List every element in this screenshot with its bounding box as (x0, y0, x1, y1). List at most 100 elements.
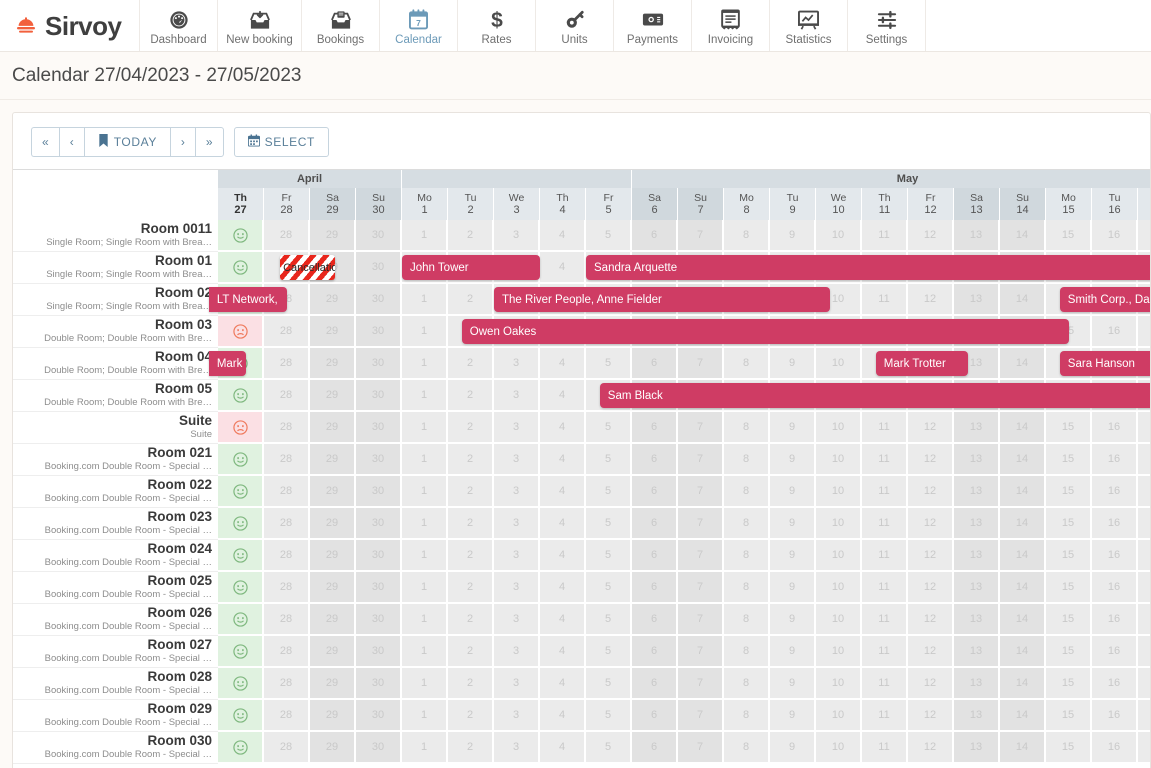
day-cell[interactable]: 29 (310, 572, 356, 604)
day-cell[interactable]: 12 (908, 540, 954, 572)
day-cell[interactable]: 10 (816, 700, 862, 732)
day-cell[interactable]: 15 (1046, 412, 1092, 444)
day-cell[interactable]: 7 (678, 732, 724, 764)
day-cell[interactable]: 4 (540, 220, 586, 252)
day-cell[interactable]: 16 (1092, 604, 1138, 636)
booking-bar[interactable]: Mark (208, 351, 246, 376)
day-cell[interactable]: 29 (310, 316, 356, 348)
day-cell[interactable]: 7 (678, 540, 724, 572)
day-cell[interactable]: 10 (816, 668, 862, 700)
day-cell[interactable]: 17 (1138, 476, 1150, 508)
day-cell[interactable]: 12 (908, 636, 954, 668)
booking-bar[interactable]: The River People, Anne Fielder (494, 287, 830, 312)
date-header-cell[interactable]: Fr 12 (908, 188, 954, 220)
date-header-cell[interactable]: Su 7 (678, 188, 724, 220)
day-cell[interactable]: 12 (908, 700, 954, 732)
date-header-cell[interactable]: Fr 28 (264, 188, 310, 220)
day-cell[interactable]: 9 (770, 508, 816, 540)
day-cell[interactable]: 12 (908, 444, 954, 476)
day-cell[interactable]: 14 (1000, 604, 1046, 636)
day-cell[interactable]: 30 (356, 636, 402, 668)
date-header-cell[interactable]: Tu 16 (1092, 188, 1138, 220)
day-cell[interactable]: 29 (310, 380, 356, 412)
day-cell[interactable]: 13 (954, 220, 1000, 252)
day-cell[interactable]: 15 (1046, 572, 1092, 604)
availability-status-cell[interactable] (218, 700, 264, 732)
day-cell[interactable]: 7 (678, 220, 724, 252)
day-cell[interactable]: 7 (678, 572, 724, 604)
day-cell[interactable]: 4 (540, 668, 586, 700)
day-cell[interactable]: 4 (540, 380, 586, 412)
nav-item-settings[interactable]: Settings (848, 0, 926, 51)
day-cell[interactable]: 30 (356, 380, 402, 412)
availability-status-cell[interactable] (218, 668, 264, 700)
day-cell[interactable]: 12 (908, 220, 954, 252)
availability-status-cell[interactable] (218, 508, 264, 540)
availability-status-cell[interactable] (218, 316, 264, 348)
date-header-cell[interactable]: Tu 9 (770, 188, 816, 220)
day-cell[interactable]: 14 (1000, 476, 1046, 508)
day-cell[interactable]: 30 (356, 604, 402, 636)
day-cell[interactable]: 30 (356, 540, 402, 572)
nav-item-new-booking[interactable]: New booking (218, 0, 302, 51)
day-cell[interactable]: 17 (1138, 316, 1150, 348)
day-cell[interactable]: 9 (770, 444, 816, 476)
day-cell[interactable]: 13 (954, 668, 1000, 700)
date-header-cell[interactable]: Sa 13 (954, 188, 1000, 220)
day-cell[interactable]: 8 (724, 476, 770, 508)
day-cell[interactable]: 15 (1046, 508, 1092, 540)
day-cell[interactable]: 5 (586, 412, 632, 444)
day-cell[interactable]: 13 (954, 284, 1000, 316)
day-cell[interactable]: 3 (494, 476, 540, 508)
day-cell[interactable]: 13 (954, 700, 1000, 732)
day-cell[interactable]: 7 (678, 348, 724, 380)
day-cell[interactable]: 30 (356, 508, 402, 540)
day-cell[interactable]: 4 (540, 252, 586, 284)
nav-item-dashboard[interactable]: Dashboard (140, 0, 218, 51)
day-cell[interactable]: 14 (1000, 572, 1046, 604)
day-cell[interactable]: 1 (402, 220, 448, 252)
availability-status-cell[interactable] (218, 220, 264, 252)
date-header-cell[interactable]: We 3 (494, 188, 540, 220)
room-label[interactable]: Room 01 Single Room; Single Room with Bre… (13, 252, 218, 284)
day-cell[interactable]: 16 (1092, 412, 1138, 444)
day-cell[interactable]: 28 (264, 700, 310, 732)
day-cell[interactable]: 11 (862, 540, 908, 572)
day-cell[interactable]: 5 (586, 220, 632, 252)
day-cell[interactable]: 15 (1046, 540, 1092, 572)
day-cell[interactable]: 8 (724, 668, 770, 700)
day-cell[interactable]: 3 (494, 540, 540, 572)
jump-first-button[interactable]: « (31, 127, 59, 157)
day-cell[interactable]: 1 (402, 380, 448, 412)
day-cell[interactable]: 15 (1046, 220, 1092, 252)
day-cell[interactable]: 29 (310, 604, 356, 636)
day-cell[interactable]: 9 (770, 540, 816, 572)
day-cell[interactable]: 2 (448, 508, 494, 540)
day-cell[interactable]: 2 (448, 476, 494, 508)
day-cell[interactable]: 14 (1000, 412, 1046, 444)
day-cell[interactable]: 3 (494, 348, 540, 380)
day-cell[interactable]: 2 (448, 284, 494, 316)
availability-status-cell[interactable] (218, 636, 264, 668)
day-cell[interactable]: 16 (1092, 220, 1138, 252)
day-cell[interactable]: 12 (908, 284, 954, 316)
day-cell[interactable]: 29 (310, 284, 356, 316)
date-header-cell[interactable]: Fr 5 (586, 188, 632, 220)
day-cell[interactable]: 10 (816, 412, 862, 444)
day-cell[interactable]: 29 (310, 348, 356, 380)
day-cell[interactable]: 17 (1138, 540, 1150, 572)
day-cell[interactable]: 1 (402, 476, 448, 508)
day-cell[interactable]: 3 (494, 668, 540, 700)
day-cell[interactable]: 2 (448, 732, 494, 764)
day-cell[interactable]: 16 (1092, 540, 1138, 572)
day-cell[interactable]: 5 (586, 732, 632, 764)
day-cell[interactable]: 1 (402, 636, 448, 668)
day-cell[interactable]: 30 (356, 412, 402, 444)
brand-logo-link[interactable]: Sirvoy (0, 0, 140, 51)
day-cell[interactable]: 14 (1000, 508, 1046, 540)
day-cell[interactable]: 29 (310, 444, 356, 476)
day-cell[interactable]: 4 (540, 604, 586, 636)
day-cell[interactable]: 17 (1138, 508, 1150, 540)
availability-status-cell[interactable] (218, 412, 264, 444)
day-cell[interactable]: 11 (862, 412, 908, 444)
